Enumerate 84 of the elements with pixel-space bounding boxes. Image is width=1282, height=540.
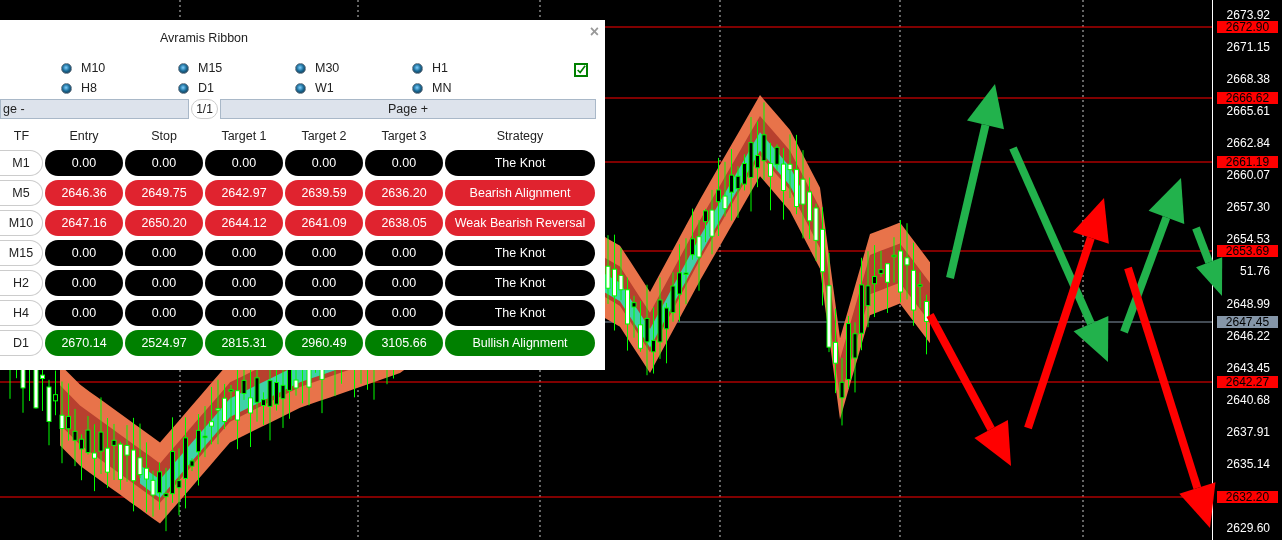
price-label: 2673.92 bbox=[1226, 9, 1270, 21]
price-cell: 2647.16 bbox=[45, 210, 123, 236]
price-label: 51.76 bbox=[1239, 265, 1270, 278]
price-cell: 0.00 bbox=[365, 150, 443, 176]
price-cell: 0.00 bbox=[205, 270, 283, 296]
price-cell: 0.00 bbox=[365, 240, 443, 266]
price-cell: 0.00 bbox=[45, 270, 123, 296]
strategy-cell: The Knot bbox=[445, 300, 595, 326]
price-cell: 2646.36 bbox=[45, 180, 123, 206]
price-cell: 2639.59 bbox=[285, 180, 363, 206]
price-label: 2629.60 bbox=[1226, 521, 1270, 534]
column-header: Target 3 bbox=[380, 129, 428, 143]
price-label: 2660.07 bbox=[1226, 169, 1270, 182]
price-cell: 2641.09 bbox=[285, 210, 363, 236]
price-label: 2665.61 bbox=[1226, 105, 1270, 118]
price-label: 2662.84 bbox=[1226, 137, 1270, 150]
panel-title: Avramis Ribbon bbox=[159, 31, 249, 45]
price-label: 2648.99 bbox=[1226, 297, 1270, 310]
price-cell: 0.00 bbox=[125, 240, 203, 266]
price-tag: 2632.20 bbox=[1217, 491, 1278, 503]
strategy-cell: The Knot bbox=[445, 270, 595, 296]
price-cell: 0.00 bbox=[205, 300, 283, 326]
price-cell: 0.00 bbox=[285, 150, 363, 176]
price-cell: 3105.66 bbox=[365, 330, 443, 356]
timeframe-radio[interactable]: M30 bbox=[295, 58, 412, 78]
strategy-cell: Bullish Alignment bbox=[445, 330, 595, 356]
column-header: Entry bbox=[68, 129, 100, 143]
strategy-cell: The Knot bbox=[445, 240, 595, 266]
column-header: Strategy bbox=[495, 129, 545, 143]
price-tag: 2653.69 bbox=[1217, 245, 1278, 257]
price-cell: 0.00 bbox=[285, 240, 363, 266]
price-label: 2637.91 bbox=[1226, 425, 1270, 438]
price-label: 2657.30 bbox=[1226, 201, 1270, 214]
timeframe-radio[interactable]: M10 bbox=[61, 58, 178, 78]
price-cell: 0.00 bbox=[125, 300, 203, 326]
timeframe-radio[interactable]: MN bbox=[412, 78, 529, 98]
price-tag: 2647.45 bbox=[1217, 316, 1278, 328]
price-label: 2646.22 bbox=[1226, 329, 1270, 342]
timeframe-radio[interactable]: D1 bbox=[178, 78, 295, 98]
price-tag: 2666.62 bbox=[1217, 92, 1278, 104]
price-cell: 2644.12 bbox=[205, 210, 283, 236]
price-cell: 2524.97 bbox=[125, 330, 203, 356]
price-cell: 0.00 bbox=[125, 150, 203, 176]
price-tag: 2672.90 bbox=[1217, 21, 1278, 33]
strategy-cell: Weak Bearish Reversal bbox=[445, 210, 595, 236]
price-cell: 0.00 bbox=[285, 270, 363, 296]
checkbox[interactable] bbox=[574, 63, 588, 77]
strategy-cell: The Knot bbox=[445, 150, 595, 176]
price-cell: 0.00 bbox=[45, 240, 123, 266]
timeframe-radio[interactable]: H8 bbox=[61, 78, 178, 98]
timeframe-radio[interactable]: H1 bbox=[412, 58, 529, 78]
price-cell: 0.00 bbox=[365, 270, 443, 296]
price-cell: 2638.05 bbox=[365, 210, 443, 236]
price-tag: 2661.19 bbox=[1217, 156, 1278, 168]
previous-page-button[interactable]: ge - bbox=[0, 99, 189, 119]
price-cell: 2642.97 bbox=[205, 180, 283, 206]
price-label: 2643.45 bbox=[1226, 361, 1270, 374]
timeframe-radio[interactable]: W1 bbox=[295, 78, 412, 98]
column-header: Target 1 bbox=[220, 129, 268, 143]
price-cell: 0.00 bbox=[285, 300, 363, 326]
price-cell: 2636.20 bbox=[365, 180, 443, 206]
price-cell: 0.00 bbox=[125, 270, 203, 296]
timeframe-radio[interactable]: M15 bbox=[178, 58, 295, 78]
column-header: Target 2 bbox=[300, 129, 348, 143]
price-label: 2668.38 bbox=[1226, 73, 1270, 86]
price-cell: 0.00 bbox=[45, 300, 123, 326]
price-tag: 2642.27 bbox=[1217, 376, 1278, 388]
price-cell: 0.00 bbox=[45, 150, 123, 176]
price-label: 2671.15 bbox=[1226, 41, 1270, 54]
next-page-button[interactable]: Page + bbox=[220, 99, 596, 119]
price-cell: 2670.14 bbox=[45, 330, 123, 356]
price-cell: 2815.31 bbox=[205, 330, 283, 356]
price-label: 2640.68 bbox=[1226, 393, 1270, 406]
price-cell: 2960.49 bbox=[285, 330, 363, 356]
price-cell: 0.00 bbox=[365, 300, 443, 326]
price-label: 2635.14 bbox=[1226, 457, 1270, 470]
price-cell: 2649.75 bbox=[125, 180, 203, 206]
column-header: Stop bbox=[150, 129, 178, 143]
price-label: 2654.53 bbox=[1226, 233, 1270, 246]
price-cell: 2650.20 bbox=[125, 210, 203, 236]
column-header: TF bbox=[12, 129, 31, 143]
price-cell: 0.00 bbox=[205, 240, 283, 266]
strategy-cell: Bearish Alignment bbox=[445, 180, 595, 206]
price-cell: 0.00 bbox=[205, 150, 283, 176]
